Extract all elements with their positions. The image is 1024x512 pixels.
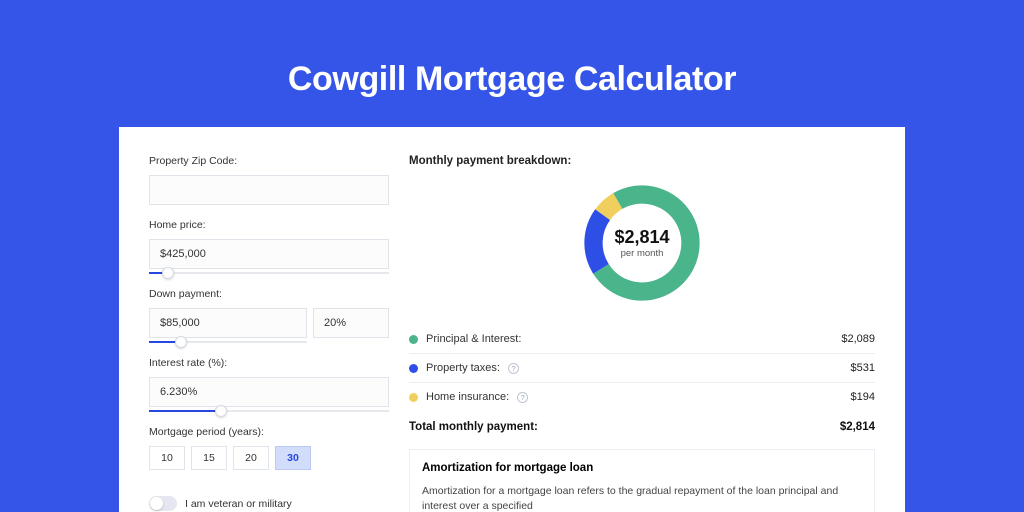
rate-label: Interest rate (%):	[149, 357, 389, 369]
info-icon[interactable]: ?	[517, 392, 528, 403]
legend-dot	[409, 393, 418, 402]
price-input[interactable]	[149, 239, 389, 269]
legend-label: Home insurance:	[426, 391, 509, 403]
calculator-card: Property Zip Code: Home price: Down paym…	[119, 127, 905, 512]
total-row: Total monthly payment: $2,814	[409, 411, 875, 449]
price-slider[interactable]	[149, 272, 389, 274]
rate-field: Interest rate (%):	[149, 357, 389, 412]
zip-field: Property Zip Code:	[149, 155, 389, 205]
amortization-title: Amortization for mortgage loan	[422, 462, 862, 474]
period-options: 10152030	[149, 446, 389, 470]
donut-sub: per month	[621, 248, 664, 259]
donut-wrap: $2,814 per month	[409, 179, 875, 307]
downpayment-percent-input[interactable]	[313, 308, 389, 338]
amortization-section: Amortization for mortgage loan Amortizat…	[409, 449, 875, 512]
legend-dot	[409, 364, 418, 373]
page-title: Cowgill Mortgage Calculator	[288, 60, 736, 99]
veteran-label: I am veteran or military	[185, 498, 292, 510]
price-field: Home price:	[149, 219, 389, 274]
info-icon[interactable]: ?	[508, 363, 519, 374]
legend-value: $194	[851, 391, 875, 403]
rate-slider[interactable]	[149, 410, 389, 412]
zip-input[interactable]	[149, 175, 389, 205]
amortization-body: Amortization for a mortgage loan refers …	[422, 484, 862, 512]
rate-input[interactable]	[149, 377, 389, 407]
period-label: Mortgage period (years):	[149, 426, 389, 438]
downpayment-slider[interactable]	[149, 341, 307, 343]
period-option-15[interactable]: 15	[191, 446, 227, 470]
toggle-knob	[150, 497, 163, 510]
downpayment-dollar-input[interactable]	[149, 308, 307, 338]
legend-dot	[409, 335, 418, 344]
donut-amount: $2,814	[614, 227, 669, 248]
legend: Principal & Interest: $2,089 Property taxe…	[409, 325, 875, 411]
legend-value: $2,089	[841, 333, 875, 345]
donut-chart: $2,814 per month	[578, 179, 706, 307]
zip-label: Property Zip Code:	[149, 155, 389, 167]
donut-center: $2,814 per month	[578, 179, 706, 307]
legend-value: $531	[851, 362, 875, 374]
period-field: Mortgage period (years): 10152030	[149, 426, 389, 470]
period-option-30[interactable]: 30	[275, 446, 311, 470]
legend-row: Property taxes:? $531	[409, 354, 875, 383]
legend-row: Home insurance:? $194	[409, 383, 875, 411]
input-panel: Property Zip Code: Home price: Down paym…	[149, 155, 389, 512]
breakdown-title: Monthly payment breakdown:	[409, 155, 875, 167]
legend-label: Property taxes:	[426, 362, 500, 374]
legend-row: Principal & Interest: $2,089	[409, 325, 875, 354]
legend-label: Principal & Interest:	[426, 333, 521, 345]
total-value: $2,814	[840, 421, 875, 433]
total-label: Total monthly payment:	[409, 421, 538, 433]
veteran-toggle[interactable]	[149, 496, 177, 511]
downpayment-field: Down payment:	[149, 288, 389, 343]
result-panel: Monthly payment breakdown: $2,814 per mo…	[409, 155, 875, 512]
period-option-10[interactable]: 10	[149, 446, 185, 470]
downpayment-label: Down payment:	[149, 288, 389, 300]
period-option-20[interactable]: 20	[233, 446, 269, 470]
veteran-row: I am veteran or military	[149, 496, 389, 511]
price-label: Home price:	[149, 219, 389, 231]
